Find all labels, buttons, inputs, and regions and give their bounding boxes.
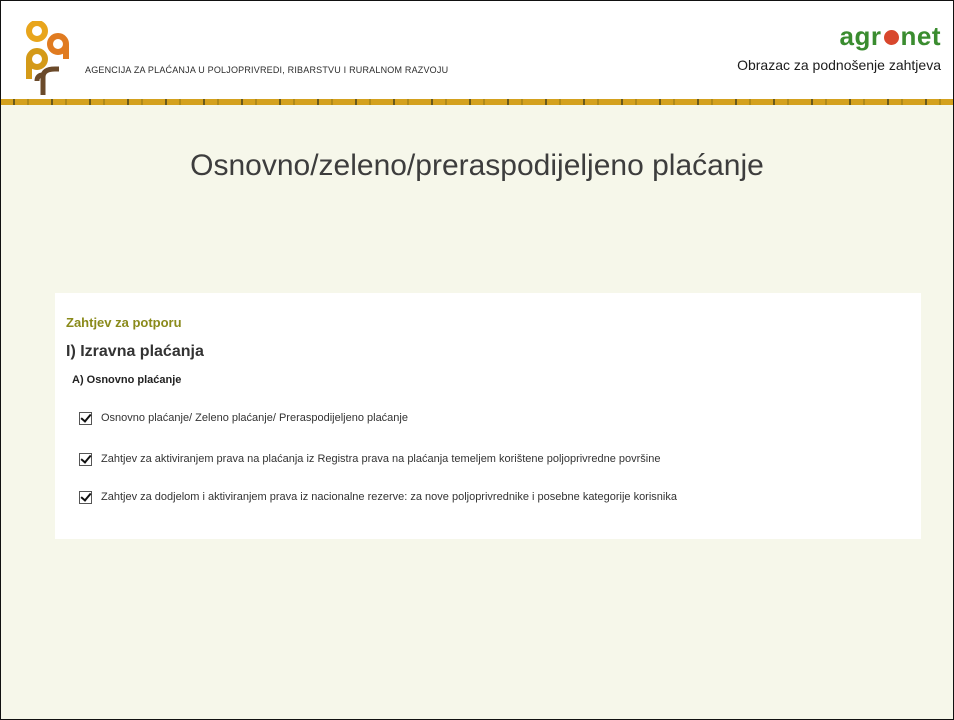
apprrr-logo — [26, 21, 69, 95]
brand-left: agr — [839, 21, 882, 51]
header: AGENCIJA ZA PLAĆANJA U POLJOPRIVREDI, RI… — [1, 1, 953, 99]
checkbox-checked-icon[interactable] — [79, 411, 92, 425]
agency-name: AGENCIJA ZA PLAĆANJA U POLJOPRIVREDI, RI… — [85, 65, 449, 75]
option-label: Zahtjev za dodjelom i aktiviranjem prava… — [101, 491, 677, 503]
brand-dot-icon — [883, 30, 899, 45]
agronet-logo: agr net — [840, 21, 941, 52]
form-caption: Obrazac za podnošenje zahtjeva — [737, 57, 941, 73]
panel-heading: I) Izravna plaćanja — [66, 343, 204, 360]
checkbox-checked-icon[interactable] — [79, 490, 92, 504]
checkbox-checked-icon[interactable] — [79, 452, 92, 466]
slide: AGENCIJA ZA PLAĆANJA U POLJOPRIVREDI, RI… — [0, 0, 954, 720]
option-label: Osnovno plaćanje/ Zeleno plaćanje/ Prera… — [101, 412, 408, 424]
option-national-reserve[interactable]: Zahtjev za dodjelom i aktiviranjem prava… — [79, 489, 677, 505]
request-panel: Zahtjev za potporu I) Izravna plaćanja A… — [55, 293, 921, 539]
option-label: Zahtjev za aktiviranjem prava na plaćanj… — [101, 453, 661, 465]
slide-title: Osnovno/zeleno/preraspodijeljeno plaćanj… — [190, 149, 764, 182]
brand-right: net — [900, 21, 941, 51]
panel-subtitle: Zahtjev za potporu — [66, 315, 182, 330]
panel-subheading: A) Osnovno plaćanje — [72, 374, 182, 386]
option-activate-rights[interactable]: Zahtjev za aktiviranjem prava na plaćanj… — [79, 451, 660, 467]
decorative-stripe — [1, 99, 953, 105]
option-basic-payment[interactable]: Osnovno plaćanje/ Zeleno plaćanje/ Prera… — [79, 410, 408, 426]
